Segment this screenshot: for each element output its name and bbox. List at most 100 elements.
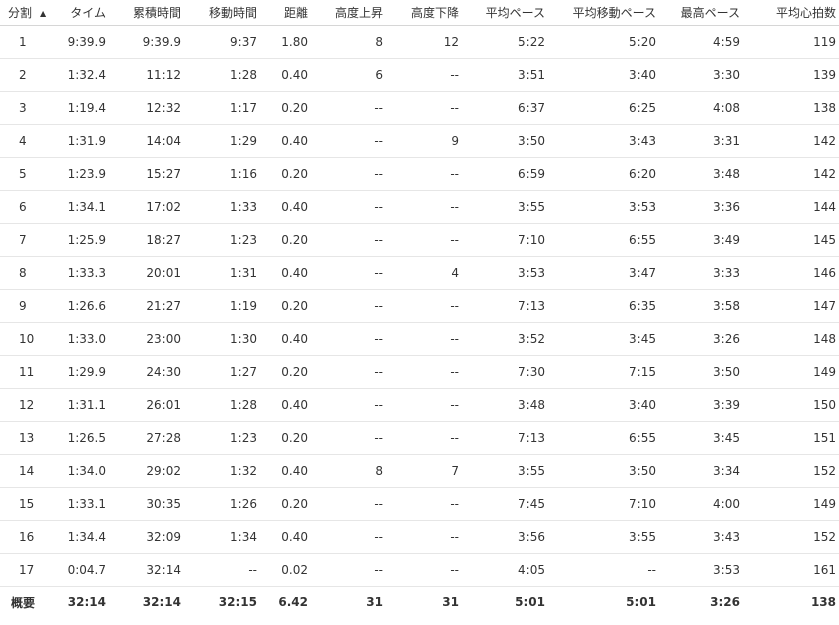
cell-avg-moving-pace: 3:43 bbox=[548, 124, 659, 158]
cell-elevation-gain: -- bbox=[311, 223, 386, 257]
cell-avg-moving-pace: 3:45 bbox=[548, 322, 659, 356]
cell-best-pace: 3:49 bbox=[659, 223, 743, 257]
cell-avg-moving-pace: 3:53 bbox=[548, 190, 659, 224]
cell-elevation-gain: -- bbox=[311, 190, 386, 224]
column-header-best-pace[interactable]: 最高ペース bbox=[659, 0, 743, 26]
cell-best-pace: 3:39 bbox=[659, 388, 743, 422]
table-row[interactable]: 7 1:25.9 18:27 1:23 0.20 -- -- 7:10 6:55 3:49 145 bbox=[0, 223, 839, 257]
laps-table: 分割 ▲ タイム 累積時間 移動時間 距離 高度上昇 高度下降 平均ペース 平均移動ペース 最高ペー… bbox=[0, 0, 839, 617]
column-header-label: タイム bbox=[70, 6, 106, 20]
cell-cumulative-time: 14:04 bbox=[109, 124, 184, 158]
cell-time: 9:39.9 bbox=[56, 25, 109, 59]
cell-moving-time: 9:37 bbox=[184, 25, 260, 59]
table-row[interactable]: 8 1:33.3 20:01 1:31 0.40 -- 4 3:53 3:47 3:33 146 bbox=[0, 256, 839, 290]
column-header-label: 距離 bbox=[283, 6, 308, 20]
cell-avg-moving-pace: 3:50 bbox=[548, 454, 659, 488]
table-row[interactable]: 15 1:33.1 30:35 1:26 0.20 -- -- 7:45 7:10 4:00 149 bbox=[0, 487, 839, 521]
cell-avg-moving-pace: 3:40 bbox=[548, 388, 659, 422]
summary-avg-pace: 5:01 bbox=[515, 595, 545, 609]
cell-avg-heart-rate: 152 bbox=[743, 454, 839, 488]
column-header-distance[interactable]: 距離 bbox=[260, 0, 311, 26]
table-row[interactable]: 13 1:26.5 27:28 1:23 0.20 -- -- 7:13 6:55 3:45 151 bbox=[0, 421, 839, 455]
column-header-moving-time[interactable]: 移動時間 bbox=[184, 0, 260, 26]
table-row[interactable]: 6 1:34.1 17:02 1:33 0.40 -- -- 3:55 3:53 3:36 144 bbox=[0, 190, 839, 224]
summary-moving-time: 32:15 bbox=[218, 595, 257, 609]
table-row[interactable]: 17 0:04.7 32:14 -- 0.02 -- -- 4:05 -- 3:53 161 bbox=[0, 553, 839, 587]
table-row[interactable]: 12 1:31.1 26:01 1:28 0.40 -- -- 3:48 3:40 3:39 150 bbox=[0, 388, 839, 422]
cell-avg-pace: 7:13 bbox=[462, 421, 548, 455]
summary-best-pace: 3:26 bbox=[710, 595, 740, 609]
cell-elevation-loss: -- bbox=[386, 520, 462, 554]
cell-elevation-loss: -- bbox=[386, 289, 462, 323]
table-row[interactable]: 10 1:33.0 23:00 1:30 0.40 -- -- 3:52 3:45 3:26 148 bbox=[0, 322, 839, 356]
cell-cumulative-time: 30:35 bbox=[109, 487, 184, 521]
column-header-label: 平均心拍数 bbox=[775, 6, 836, 20]
cell-time: 1:31.9 bbox=[56, 124, 109, 158]
cell-avg-heart-rate: 145 bbox=[743, 223, 839, 257]
cell-time: 1:33.1 bbox=[56, 487, 109, 521]
cell-avg-heart-rate: 152 bbox=[743, 520, 839, 554]
summary-avg-moving-pace: 5:01 bbox=[626, 595, 656, 609]
column-header-time[interactable]: タイム bbox=[56, 0, 109, 26]
cell-distance: 1.80 bbox=[260, 25, 311, 59]
cell-best-pace: 3:43 bbox=[659, 520, 743, 554]
table-row[interactable]: 3 1:19.4 12:32 1:17 0.20 -- -- 6:37 6:25 4:08 138 bbox=[0, 91, 839, 125]
cell-time: 1:31.1 bbox=[56, 388, 109, 422]
cell-moving-time: 1:34 bbox=[184, 520, 260, 554]
cell-elevation-loss: -- bbox=[386, 553, 462, 587]
column-header-avg-heart-rate[interactable]: 平均心拍数 bbox=[743, 0, 839, 26]
cell-elevation-gain: -- bbox=[311, 487, 386, 521]
column-header-label: 高度下降 bbox=[410, 6, 459, 20]
cell-elevation-loss: 12 bbox=[386, 25, 462, 59]
column-header-cumulative-time[interactable]: 累積時間 bbox=[109, 0, 184, 26]
cell-distance: 0.02 bbox=[260, 553, 311, 587]
cell-time: 0:04.7 bbox=[56, 553, 109, 587]
table-row[interactable]: 16 1:34.4 32:09 1:34 0.40 -- -- 3:56 3:55 3:43 152 bbox=[0, 520, 839, 554]
cell-avg-heart-rate: 144 bbox=[743, 190, 839, 224]
cell-avg-heart-rate: 142 bbox=[743, 124, 839, 158]
cell-avg-moving-pace: -- bbox=[548, 553, 659, 587]
cell-time: 1:25.9 bbox=[56, 223, 109, 257]
column-header-lap[interactable]: 分割 ▲ bbox=[0, 0, 56, 26]
cell-avg-pace: 3:55 bbox=[462, 454, 548, 488]
cell-elevation-gain: 6 bbox=[311, 58, 386, 92]
column-header-elevation-loss[interactable]: 高度下降 bbox=[386, 0, 462, 26]
table-header-row: 分割 ▲ タイム 累積時間 移動時間 距離 高度上昇 高度下降 平均ペース 平均移動ペース 最高ペー… bbox=[0, 0, 839, 26]
cell-distance: 0.40 bbox=[260, 124, 311, 158]
table-row[interactable]: 1 9:39.9 9:39.9 9:37 1.80 8 12 5:22 5:20 4:59 119 bbox=[0, 25, 839, 59]
cell-avg-pace: 3:48 bbox=[462, 388, 548, 422]
sort-ascending-icon: ▲ bbox=[40, 9, 47, 18]
column-header-avg-moving-pace[interactable]: 平均移動ペース bbox=[548, 0, 659, 26]
table-row[interactable]: 4 1:31.9 14:04 1:29 0.40 -- 9 3:50 3:43 3:31 142 bbox=[0, 124, 839, 158]
column-header-elevation-gain[interactable]: 高度上昇 bbox=[311, 0, 386, 26]
table-row[interactable]: 14 1:34.0 29:02 1:32 0.40 8 7 3:55 3:50 3:34 152 bbox=[0, 454, 839, 488]
cell-avg-heart-rate: 148 bbox=[743, 322, 839, 356]
cell-avg-pace: 5:22 bbox=[462, 25, 548, 59]
cell-moving-time: 1:23 bbox=[184, 421, 260, 455]
table-row[interactable]: 11 1:29.9 24:30 1:27 0.20 -- -- 7:30 7:15 3:50 149 bbox=[0, 355, 839, 389]
cell-cumulative-time: 20:01 bbox=[109, 256, 184, 290]
cell-time: 1:32.4 bbox=[56, 58, 109, 92]
cell-elevation-gain: -- bbox=[311, 355, 386, 389]
cell-avg-moving-pace: 3:47 bbox=[548, 256, 659, 290]
cell-avg-heart-rate: 149 bbox=[743, 355, 839, 389]
cell-elevation-loss: 9 bbox=[386, 124, 462, 158]
column-header-avg-pace[interactable]: 平均ペース bbox=[462, 0, 548, 26]
cell-avg-moving-pace: 3:55 bbox=[548, 520, 659, 554]
cell-time: 1:33.0 bbox=[56, 322, 109, 356]
table-row[interactable]: 9 1:26.6 21:27 1:19 0.20 -- -- 7:13 6:35 3:58 147 bbox=[0, 289, 839, 323]
cell-best-pace: 3:45 bbox=[659, 421, 743, 455]
cell-best-pace: 4:08 bbox=[659, 91, 743, 125]
cell-elevation-loss: -- bbox=[386, 223, 462, 257]
table-row[interactable]: 2 1:32.4 11:12 1:28 0.40 6 -- 3:51 3:40 3:30 139 bbox=[0, 58, 839, 92]
cell-elevation-gain: -- bbox=[311, 322, 386, 356]
cell-moving-time: 1:30 bbox=[184, 322, 260, 356]
cell-cumulative-time: 23:00 bbox=[109, 322, 184, 356]
cell-elevation-gain: -- bbox=[311, 421, 386, 455]
cell-avg-moving-pace: 6:35 bbox=[548, 289, 659, 323]
table-row[interactable]: 5 1:23.9 15:27 1:16 0.20 -- -- 6:59 6:20 3:48 142 bbox=[0, 157, 839, 191]
cell-elevation-loss: -- bbox=[386, 421, 462, 455]
cell-best-pace: 3:33 bbox=[659, 256, 743, 290]
cell-distance: 0.20 bbox=[260, 223, 311, 257]
cell-elevation-loss: -- bbox=[386, 487, 462, 521]
